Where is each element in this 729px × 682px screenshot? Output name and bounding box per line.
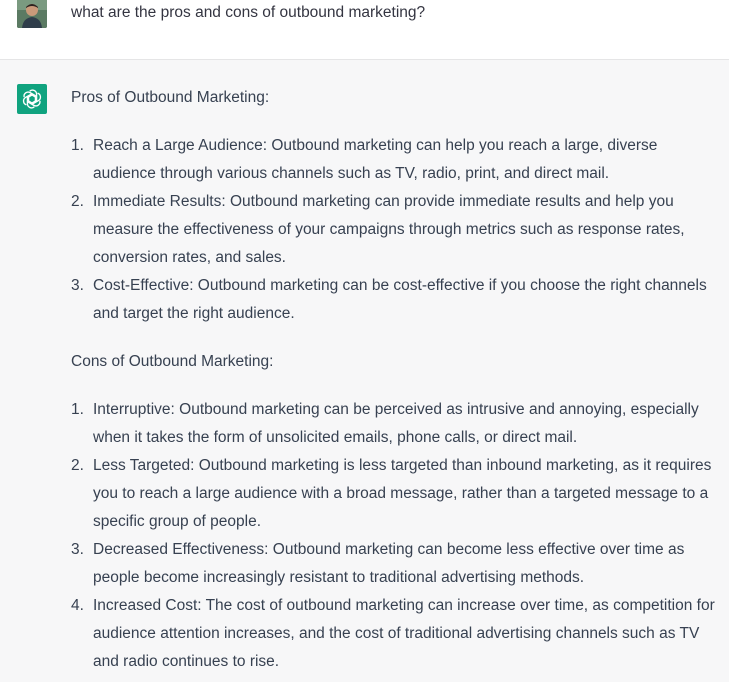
user-avatar: [17, 0, 47, 28]
list-item-number: 2.: [71, 193, 84, 210]
user-message-row: what are the pros and cons of outbound m…: [0, 0, 729, 60]
list-item-text: Interruptive: Outbound marketing can be …: [93, 401, 699, 446]
list-item-number: 3.: [71, 541, 84, 558]
list-item-number: 2.: [71, 457, 84, 474]
list-item-text: Increased Cost: The cost of outbound mar…: [93, 597, 715, 670]
list-item-text: Less Targeted: Outbound marketing is les…: [93, 457, 712, 530]
list-item: 3. Cost-Effective: Outbound marketing can…: [71, 272, 721, 328]
list-item-number: 1.: [71, 401, 84, 418]
list-item: 1. Reach a Large Audience: Outbound marke…: [71, 132, 721, 188]
list-item: 1. Interruptive: Outbound marketing can b…: [71, 396, 721, 452]
list-item: 2. Immediate Results: Outbound marketing …: [71, 188, 721, 272]
list-item-number: 4.: [71, 597, 84, 614]
pros-list: 1. Reach a Large Audience: Outbound marke…: [71, 132, 721, 328]
user-message-text: what are the pros and cons of outbound m…: [71, 4, 426, 21]
pros-heading: Pros of Outbound Marketing:: [71, 89, 270, 106]
list-item-number: 1.: [71, 137, 84, 154]
list-item-text: Cost-Effective: Outbound marketing can b…: [93, 277, 707, 322]
list-item-text: Reach a Large Audience: Outbound marketi…: [93, 137, 658, 182]
cons-list: 1. Interruptive: Outbound marketing can b…: [71, 396, 721, 676]
list-item-number: 3.: [71, 277, 84, 294]
list-item: 4. Increased Cost: The cost of outbound m…: [71, 592, 721, 676]
list-item: 2. Less Targeted: Outbound marketing is l…: [71, 452, 721, 536]
assistant-message-row: Pros of Outbound Marketing: 1. Reach a La…: [0, 60, 729, 682]
list-item: 3. Decreased Effectiveness: Outbound mark…: [71, 536, 721, 592]
list-item-text: Decreased Effectiveness: Outbound market…: [93, 541, 685, 586]
openai-logo-icon: [17, 84, 47, 114]
cons-heading: Cons of Outbound Marketing:: [71, 353, 274, 370]
user-avatar-photo: [17, 0, 47, 28]
assistant-message-content: Pros of Outbound Marketing: 1. Reach a La…: [71, 84, 721, 676]
list-item-text: Immediate Results: Outbound marketing ca…: [93, 193, 685, 266]
